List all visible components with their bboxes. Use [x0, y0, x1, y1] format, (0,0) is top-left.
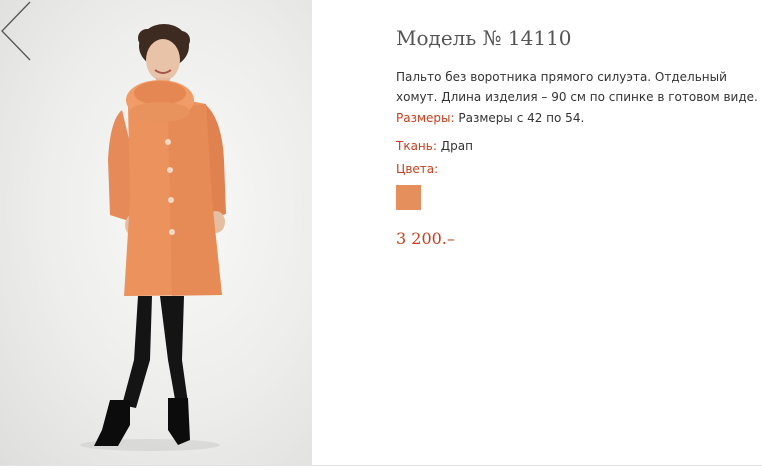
color-swatch[interactable]: [396, 185, 421, 210]
model-in-coat-image: [80, 24, 226, 451]
product-price: 3 200.–: [396, 229, 455, 248]
fabric-label: Ткань:: [396, 139, 437, 153]
colors-row: Цвета:: [396, 162, 438, 176]
colors-label: Цвета:: [396, 162, 439, 176]
product-photo: [0, 0, 312, 465]
fabric-row: Ткань: Драп: [396, 139, 473, 153]
sizes-label: Размеры:: [396, 111, 455, 125]
sizes-row: Размеры: Размеры с 42 по 54.: [396, 111, 584, 125]
chevron-left-icon[interactable]: [0, 0, 34, 62]
fabric-value: Драп: [440, 139, 473, 153]
divider: [0, 465, 762, 466]
product-description: Пальто без воротника прямого силуэта. От…: [396, 70, 758, 104]
product-title: Модель № 14110: [396, 26, 572, 50]
sizes-value: Размеры с 42 по 54.: [458, 111, 585, 125]
